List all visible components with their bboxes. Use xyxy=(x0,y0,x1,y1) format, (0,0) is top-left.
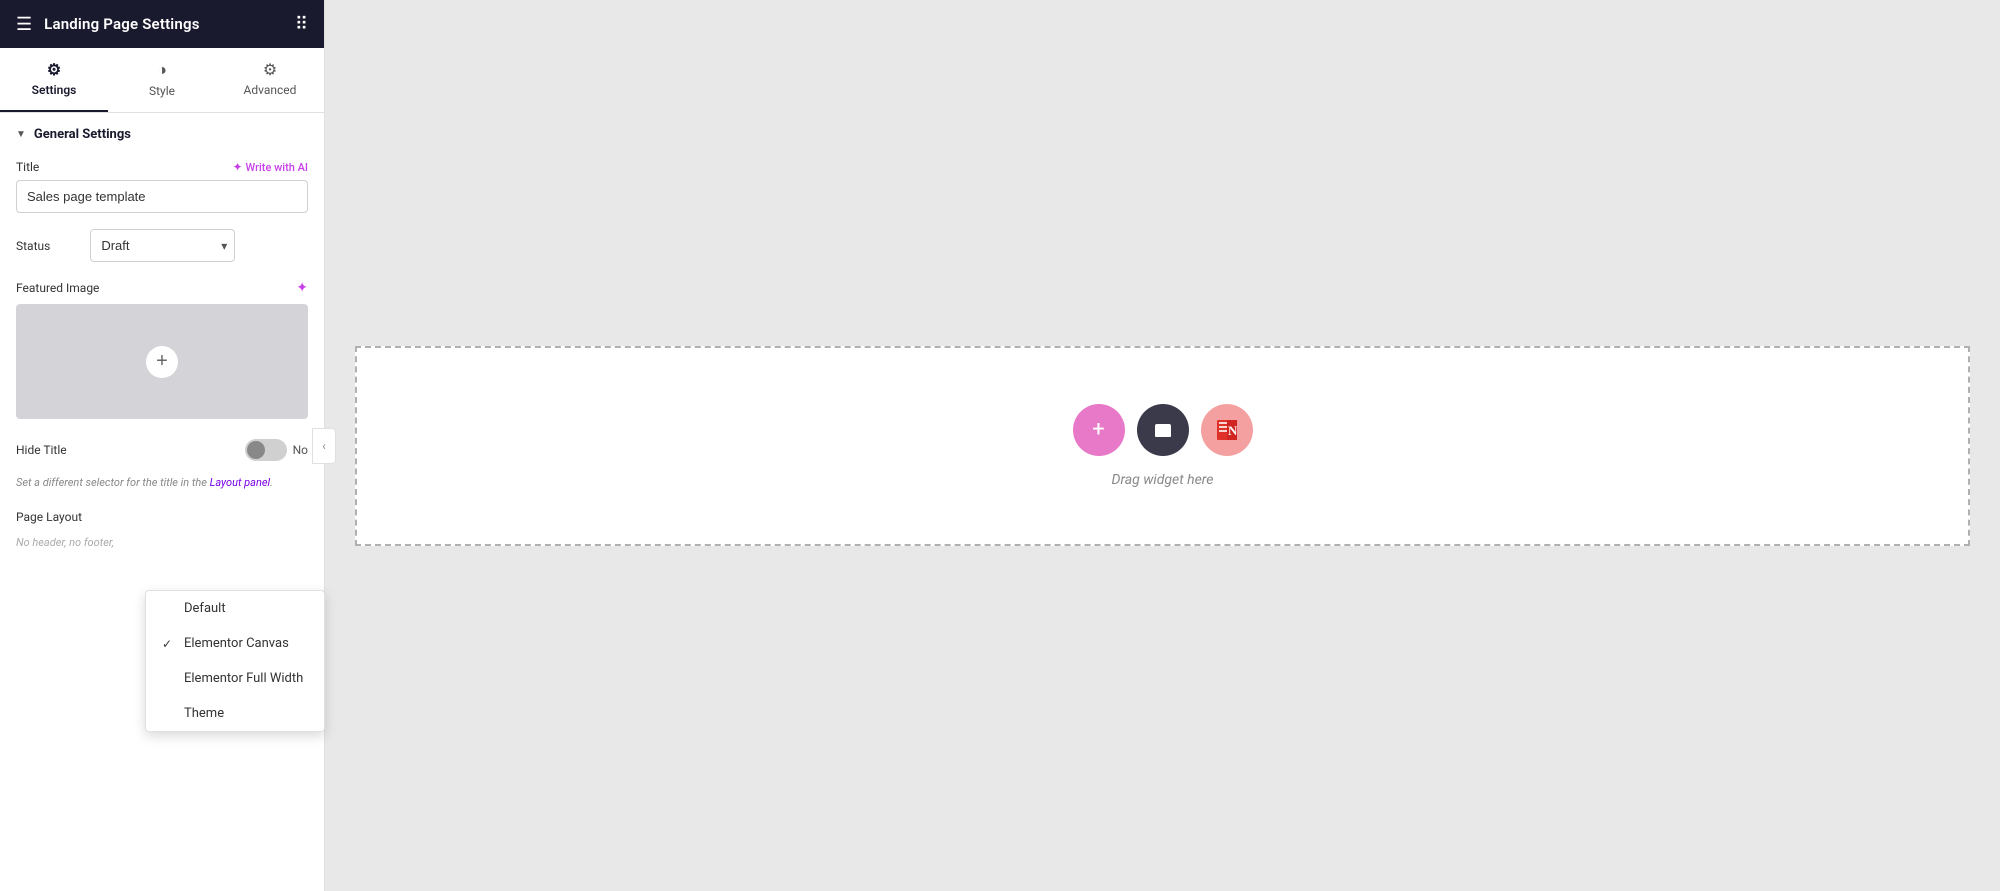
hide-title-label: Hide Title xyxy=(16,443,67,457)
title-label: Title xyxy=(16,160,39,174)
info-text: Set a different selector for the title i… xyxy=(0,471,324,502)
drag-widget-text: Drag widget here xyxy=(1112,472,1214,488)
page-layout-row: Page Layout xyxy=(0,502,324,532)
general-settings-section: ▼ General Settings xyxy=(0,113,324,152)
tab-style-label: Style xyxy=(149,84,175,98)
dropdown-elementor-canvas-label: Elementor Canvas xyxy=(184,636,289,651)
widget-icons: + xyxy=(1073,404,1253,456)
dropdown-default-label: Default xyxy=(184,601,226,616)
dropdown-theme-label: Theme xyxy=(184,706,224,721)
tab-advanced-label: Advanced xyxy=(244,83,297,97)
featured-image-header: Featured Image ✦ xyxy=(16,280,308,296)
featured-image-placeholder[interactable]: + xyxy=(16,304,308,419)
left-panel: ☰ Landing Page Settings ⠿ ⚙ Settings ◑ S… xyxy=(0,0,325,891)
write-with-ai-button[interactable]: ✦ Write with AI xyxy=(232,160,308,174)
dropdown-item-elementor-canvas[interactable]: ✓ Elementor Canvas xyxy=(146,626,324,661)
featured-image-label: Featured Image xyxy=(16,281,99,295)
info-text-content: Set a different selector for the title i… xyxy=(16,476,210,489)
newspaper-icon: N xyxy=(1213,416,1241,444)
right-canvas: + xyxy=(325,0,2000,891)
drag-zone: + xyxy=(355,346,1970,546)
dropdown-elementor-full-width-label: Elementor Full Width xyxy=(184,671,303,686)
top-bar: ☰ Landing Page Settings ⠿ xyxy=(0,0,324,48)
tab-style[interactable]: ◑ Style xyxy=(108,48,216,112)
plus-icon: + xyxy=(1092,417,1104,442)
status-select[interactable]: Draft Published Private xyxy=(90,229,235,262)
news-widget-icon[interactable]: N xyxy=(1201,404,1253,456)
check-elementor-canvas: ✓ xyxy=(162,637,176,651)
dropdown-item-default[interactable]: Default xyxy=(146,591,324,626)
toggle-no-label: No xyxy=(293,443,308,457)
status-label: Status xyxy=(16,239,50,253)
hide-title-toggle-wrapper: No xyxy=(245,439,308,461)
sparkle-icon: ✦ xyxy=(232,160,242,174)
add-image-button[interactable]: + xyxy=(146,346,178,378)
advanced-tab-icon: ⚙ xyxy=(263,60,277,79)
tabs-bar: ⚙ Settings ◑ Style ⚙ Advanced xyxy=(0,48,324,113)
page-layout-dropdown: Default ✓ Elementor Canvas Elementor Ful… xyxy=(145,590,324,732)
svg-text:N: N xyxy=(1228,423,1238,438)
featured-image-row: Featured Image ✦ + xyxy=(0,270,324,429)
tab-settings[interactable]: ⚙ Settings xyxy=(0,48,108,112)
page-title: Landing Page Settings xyxy=(44,15,199,33)
canvas-area: + xyxy=(325,0,2000,891)
style-tab-icon: ◑ xyxy=(157,60,167,80)
dropdown-item-theme[interactable]: Theme xyxy=(146,696,324,731)
footer-note: No header, no footer, xyxy=(0,532,324,557)
title-field-row: Title ✦ Write with AI xyxy=(0,152,324,221)
panel-content: ▼ General Settings Title ✦ Write with AI… xyxy=(0,113,324,891)
folder-icon xyxy=(1152,419,1174,441)
write-ai-label: Write with AI xyxy=(246,161,308,174)
hamburger-icon[interactable]: ☰ xyxy=(16,14,32,35)
settings-tab-icon: ⚙ xyxy=(47,60,61,79)
folder-widget-icon[interactable] xyxy=(1137,404,1189,456)
general-settings-label: General Settings xyxy=(34,127,131,142)
tab-settings-label: Settings xyxy=(32,83,77,97)
collapse-panel-handle[interactable]: ‹ xyxy=(312,428,336,464)
hide-title-toggle[interactable] xyxy=(245,439,287,461)
dropdown-item-elementor-full-width[interactable]: Elementor Full Width xyxy=(146,661,324,696)
add-widget-button[interactable]: + xyxy=(1073,404,1125,456)
layout-panel-link[interactable]: Layout panel xyxy=(210,476,271,489)
magic-wand-icon[interactable]: ✦ xyxy=(296,280,308,296)
title-field-header: Title ✦ Write with AI xyxy=(16,160,308,174)
page-layout-label: Page Layout xyxy=(16,510,82,524)
title-input[interactable] xyxy=(16,180,308,213)
status-row: Status Draft Published Private ▾ xyxy=(0,221,324,270)
tab-advanced[interactable]: ⚙ Advanced xyxy=(216,48,324,112)
hide-title-row: Hide Title No xyxy=(0,429,324,471)
toggle-knob xyxy=(247,441,265,459)
status-select-wrapper: Draft Published Private ▾ xyxy=(90,229,235,262)
grid-icon[interactable]: ⠿ xyxy=(295,14,308,35)
collapse-arrow-icon[interactable]: ▼ xyxy=(16,129,26,140)
